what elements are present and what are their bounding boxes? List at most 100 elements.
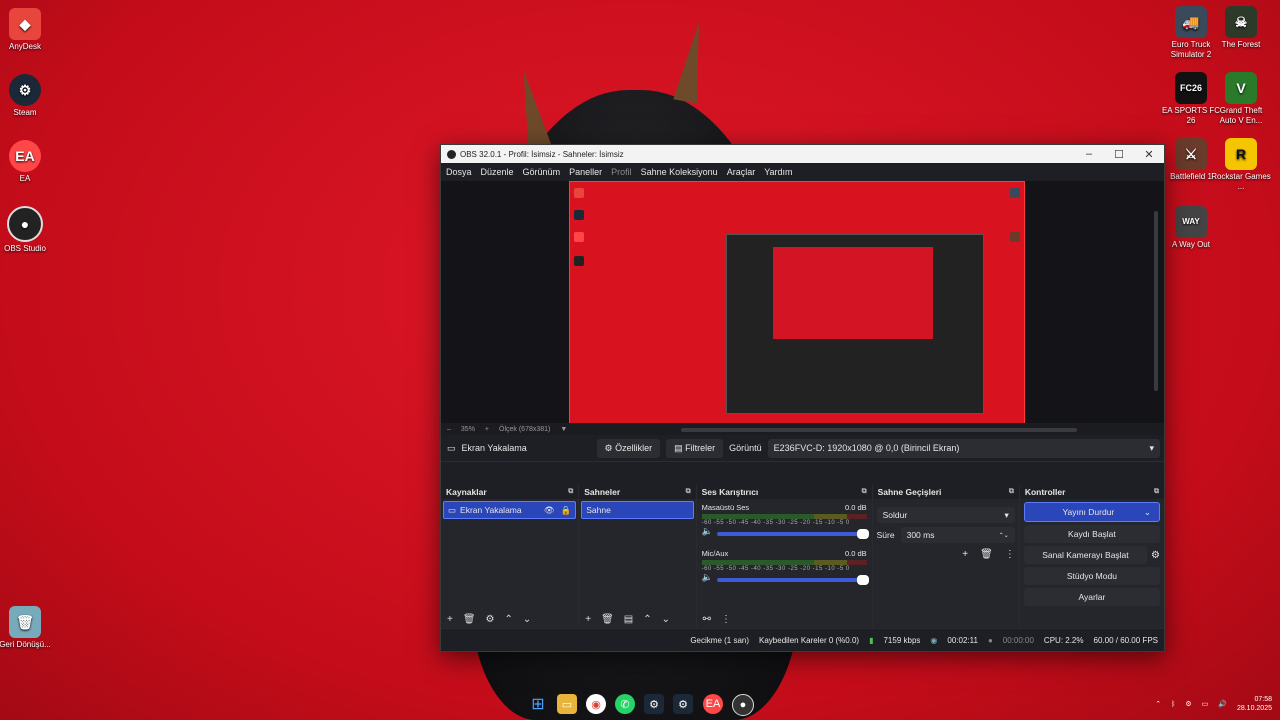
taskbar: ⊞ ▭ ◉ ✆ ⚙ ⚙ EA ● ⌃ ᛒ ⚙ ▭ 🔊 07:58 28.10.2…	[0, 688, 1280, 720]
transitions-title: Sahne Geçişleri	[877, 487, 942, 497]
menu-dosya[interactable]: Dosya	[446, 167, 472, 177]
preview-canvas[interactable]	[569, 181, 1025, 435]
menu-sahne-koleksiyonu[interactable]: Sahne Koleksiyonu	[641, 167, 718, 177]
undock-icon[interactable]: ⧉	[686, 488, 691, 496]
more-icon[interactable]: ⋮	[721, 614, 731, 625]
desktop-icon-obs[interactable]: ● OBS Studio	[0, 206, 55, 254]
duration-input[interactable]: 300 ms ⌃⌄	[900, 527, 1015, 543]
menu-duzenle[interactable]: Düzenle	[481, 167, 514, 177]
volume-meter	[701, 514, 867, 519]
volume-knob[interactable]	[856, 575, 869, 585]
desktop-icon-anydesk[interactable]: ◆ AnyDesk	[0, 8, 55, 52]
speaker-icon[interactable]: 🔈	[702, 526, 713, 537]
desktop-icon-rockstar[interactable]: R Rockstar Games ...	[1211, 138, 1271, 192]
gear-icon[interactable]: ⚙	[1151, 550, 1160, 561]
signal-icon: ▮	[869, 635, 874, 645]
steam-alt-taskbar-icon[interactable]: ⚙	[673, 694, 693, 714]
filters-button[interactable]: ▤ Filtreler	[666, 438, 724, 458]
windows-start-icon[interactable]: ⊞	[528, 694, 548, 714]
steam-tray-icon[interactable]: ⚙	[1185, 700, 1191, 708]
arrow-up-icon[interactable]: ⌃	[505, 614, 513, 625]
undock-icon[interactable]: ⧉	[862, 488, 867, 496]
obs-window: OBS 32.0.1 - Profil: İsimsiz - Sahneler:…	[440, 144, 1165, 652]
link-icon[interactable]: ⚯	[703, 614, 711, 625]
trash-icon[interactable]: 🗑	[980, 549, 993, 560]
display-select[interactable]: E236FVC-D: 1920x1080 @ 0,0 (Birincil Ekr…	[767, 438, 1160, 458]
desktop-icon-the-forest[interactable]: ☠ The Forest	[1211, 6, 1271, 50]
speaker-icon[interactable]: 🔈	[702, 572, 713, 583]
volume-slider[interactable]	[716, 575, 869, 585]
desktop-icon-gta[interactable]: V Grand Theft Auto V En...	[1211, 72, 1271, 126]
gear-icon[interactable]: ⚙	[486, 614, 495, 625]
volume-icon[interactable]: 🔊	[1218, 700, 1227, 708]
add-icon[interactable]: +	[585, 614, 591, 625]
source-item[interactable]: ▭ Ekran Yakalama 👁 🔒	[443, 501, 577, 519]
recycle-bin-icon: 🗑	[9, 606, 41, 638]
volume-knob[interactable]	[856, 529, 869, 539]
stop-stream-button[interactable]: Yayını Durdur ⌄	[1023, 502, 1161, 522]
chevron-down-icon[interactable]: ⌄	[1144, 507, 1151, 518]
properties-button[interactable]: ⚙ Özellikler	[596, 438, 661, 458]
lock-icon[interactable]: 🔒	[561, 505, 572, 516]
menu-gorunum[interactable]: Görünüm	[523, 167, 561, 177]
source-toolbar: ▭ Ekran Yakalama ⚙ Özellikler ▤ Filtrele…	[441, 435, 1164, 462]
scene-item[interactable]: Sahne	[581, 501, 694, 519]
preview-horizontal-scrollbar[interactable]	[681, 428, 1077, 432]
zoom-bar: – 35% + Ölçek (678x381) ▼	[441, 423, 1164, 435]
clock[interactable]: 07:58 28.10.2025	[1237, 695, 1272, 713]
add-icon[interactable]: +	[962, 549, 968, 560]
more-icon[interactable]: ⋮	[1005, 549, 1015, 560]
eye-icon[interactable]: 👁	[544, 505, 555, 516]
start-recording-button[interactable]: Kaydı Başlat	[1023, 525, 1161, 543]
arrow-up-icon[interactable]: ⌃	[643, 614, 651, 625]
preview-vertical-scrollbar[interactable]	[1154, 211, 1158, 391]
zoom-dropdown-icon[interactable]: ▼	[560, 426, 567, 433]
whatsapp-icon[interactable]: ✆	[615, 694, 635, 714]
mixer-channel: Masaüstü Ses 0.0 dB -60 -55 -50 -45 -40 …	[697, 499, 872, 539]
trash-icon[interactable]: 🗑	[601, 614, 614, 625]
menu-araclar[interactable]: Araçlar	[727, 167, 756, 177]
menu-paneller[interactable]: Paneller	[569, 167, 602, 177]
mixer-footer: ⚯ ⋮	[697, 609, 872, 629]
spinner-icon[interactable]: ⌃⌄	[999, 532, 1009, 539]
desktop-icon-recycle-bin[interactable]: 🗑 Geri Dönüşü...	[0, 606, 55, 650]
display-label: Görüntü	[729, 443, 762, 453]
display-icon[interactable]: ▭	[1202, 700, 1209, 708]
desktop-icon-ea[interactable]: EA EA	[0, 140, 55, 184]
arrow-down-icon[interactable]: ⌄	[662, 614, 670, 625]
volume-slider[interactable]	[716, 529, 869, 539]
undock-icon[interactable]: ⧉	[568, 488, 573, 496]
ea-taskbar-icon[interactable]: EA	[703, 694, 723, 714]
zoom-scale-label[interactable]: Ölçek (678x381)	[499, 426, 550, 433]
close-icon[interactable]: ✕	[1134, 148, 1164, 161]
bluetooth-icon[interactable]: ᛒ	[1171, 701, 1175, 708]
maximize-icon[interactable]: ☐	[1104, 148, 1134, 161]
chevron-up-icon[interactable]: ⌃	[1155, 700, 1161, 708]
studio-mode-button[interactable]: Stüdyo Modu	[1023, 567, 1161, 585]
obs-icon: ●	[7, 206, 43, 242]
selected-source-name: Ekran Yakalama	[461, 443, 527, 453]
undock-icon[interactable]: ⧉	[1009, 488, 1014, 496]
settings-button[interactable]: Ayarlar	[1023, 588, 1161, 606]
file-explorer-icon[interactable]: ▭	[557, 694, 577, 714]
arrow-down-icon[interactable]: ⌄	[523, 614, 531, 625]
desktop-icon-steam[interactable]: ⚙ Steam	[0, 74, 55, 118]
virtual-camera-button[interactable]: Sanal Kamerayı Başlat	[1023, 546, 1148, 564]
transition-select[interactable]: Soldur ▾	[876, 507, 1015, 523]
filter-icon[interactable]: ▤	[624, 614, 633, 625]
chrome-icon[interactable]: ◉	[586, 694, 606, 714]
desktop-icon-a-way-out[interactable]: WAY A Way Out	[1161, 206, 1221, 250]
preview-area[interactable]: – 35% + Ölçek (678x381) ▼	[441, 181, 1164, 435]
add-icon[interactable]: +	[447, 614, 453, 625]
bitrate-status: 7159 kbps	[883, 635, 921, 645]
zoom-percent: 35%	[460, 425, 475, 433]
zoom-minus-icon[interactable]: –	[447, 426, 451, 433]
menu-profil[interactable]: Profil	[611, 167, 632, 177]
obs-taskbar-icon[interactable]: ●	[732, 694, 754, 716]
minimize-icon[interactable]: –	[1074, 148, 1104, 160]
zoom-plus-icon[interactable]: +	[485, 426, 489, 433]
steam-taskbar-icon[interactable]: ⚙	[644, 694, 664, 714]
menu-yardim[interactable]: Yardım	[764, 167, 792, 177]
undock-icon[interactable]: ⧉	[1154, 488, 1159, 496]
trash-icon[interactable]: 🗑	[463, 614, 476, 625]
